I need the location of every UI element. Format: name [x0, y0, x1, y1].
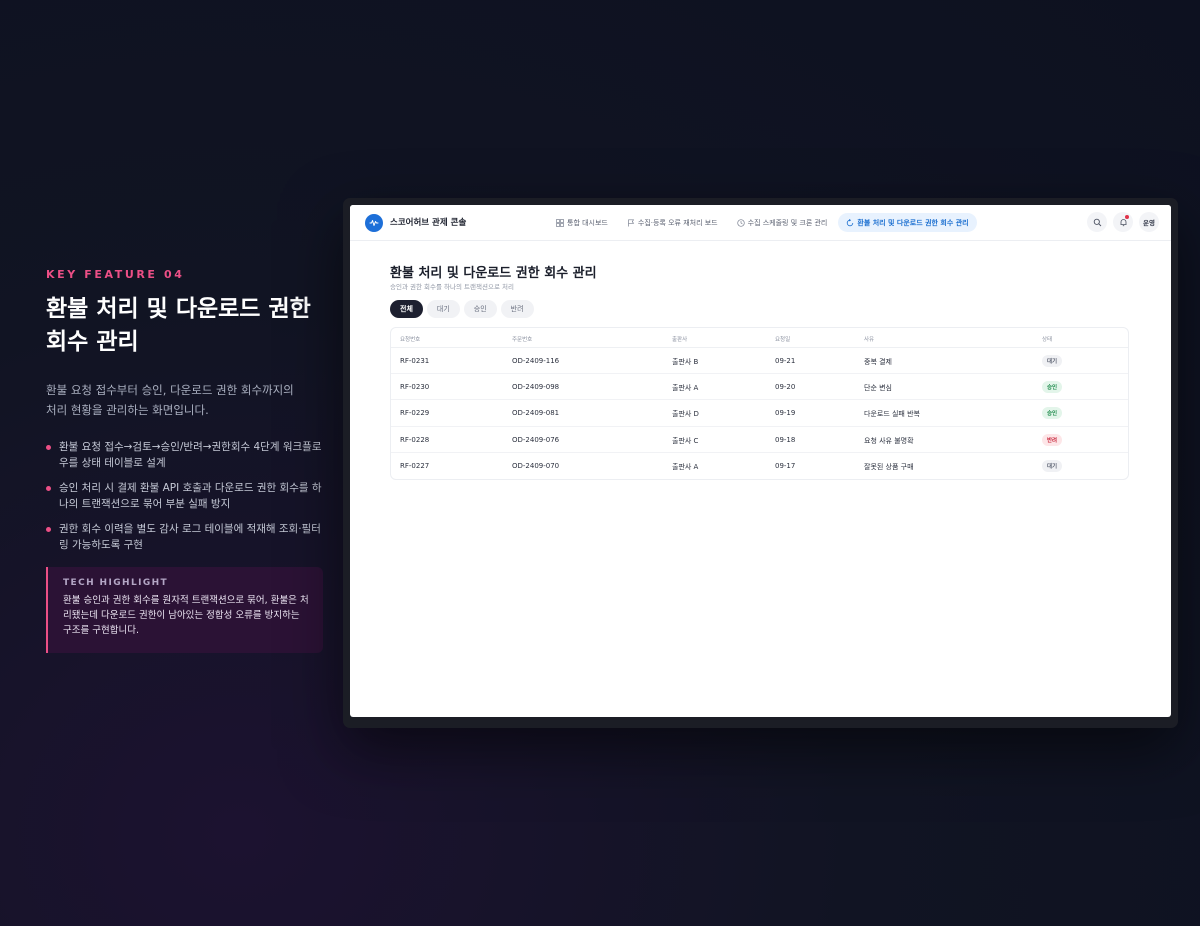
feature-description: 환불 요청 접수부터 승인, 다운로드 권한 회수까지의 처리 현황을 관리하는… [46, 383, 294, 417]
table-row[interactable]: RF-0230 OD-2409-098 출판사 A 09-20 단순 변심 승인 [391, 374, 1128, 401]
app-screen: 스코어허브 관제 콘솔 통합 대시보드 수집·등록 오류 재처리 보드 수집 스… [350, 205, 1171, 717]
cell-reason: 중복 결제 [864, 358, 892, 366]
filter-pending[interactable]: 대기 [426, 300, 460, 318]
table-row[interactable]: RF-0227 OD-2409-070 출판사 A 09-17 잘못된 상품 구… [391, 453, 1128, 479]
cell-date: 09-21 [775, 357, 796, 365]
tech-highlight-box: TECH HIGHLIGHT 환불 승인과 권한 회수를 원자적 트랜잭션으로 … [46, 567, 323, 653]
grid-icon [556, 218, 564, 227]
feature-bullet-text: 권한 회수 이력을 별도 감사 로그 테이블에 적재해 조회·필터링 가능하도록… [59, 523, 321, 551]
top-right-actions: 운영 [1081, 212, 1159, 232]
notification-button[interactable] [1113, 212, 1133, 232]
feature-title-line1: 환불 처리 및 다운로드 권한 [46, 296, 311, 322]
main-nav: 통합 대시보드 수집·등록 오류 재처리 보드 수집 스케줄링 및 크론 관리 [548, 213, 980, 232]
cell-date: 09-20 [775, 383, 796, 392]
page-subtitle: 승인과 권한 회수를 하나의 트랜잭션으로 처리 [390, 283, 514, 291]
column-header: 상태 [1042, 337, 1053, 343]
filter-approved[interactable]: 승인 [463, 300, 497, 318]
cell-request-id: RF-0230 [400, 383, 430, 392]
column-header: 주문번호 [512, 337, 533, 343]
page-title: 환불 처리 및 다운로드 권한 회수 관리 [390, 266, 597, 281]
brand-logo-icon[interactable] [365, 214, 383, 232]
cell-order-id: OD-2409-076 [512, 435, 560, 444]
status-badge: 승인 [1042, 381, 1063, 394]
cell-order-id: OD-2409-070 [512, 461, 560, 470]
bullet-dot-icon [46, 486, 51, 491]
cell-publisher: 출판사 C [672, 436, 699, 445]
cell-date: 09-17 [775, 461, 796, 470]
search-icon [1093, 218, 1101, 226]
bullet-dot-icon [46, 445, 51, 450]
status-badge: 대기 [1042, 355, 1063, 367]
brand-name[interactable]: 스코어허브 관제 콘솔 [390, 216, 466, 228]
nav-item-label: 통합 대시보드 [567, 218, 608, 227]
column-header: 요청번호 [400, 337, 421, 343]
nav-item-label: 수집·등록 오류 재처리 보드 [637, 218, 718, 227]
notification-badge [1125, 215, 1129, 219]
device-frame: 스코어허브 관제 콘솔 통합 대시보드 수집·등록 오류 재처리 보드 수집 스… [343, 198, 1178, 728]
filter-rejected[interactable]: 반려 [500, 300, 534, 318]
nav-item-refund[interactable]: 환불 처리 및 다운로드 권한 회수 관리 [838, 213, 977, 232]
cell-date: 09-18 [775, 435, 796, 444]
feature-bullet-text: 환불 요청 접수→검토→승인/반려→권한회수 4단계 워크플로우를 상태 테이블… [59, 441, 322, 469]
feature-bullet: 권한 회수 이력을 별도 감사 로그 테이블에 적재해 조회·필터링 가능하도록… [46, 521, 326, 553]
status-badge: 대기 [1042, 459, 1063, 472]
cell-request-id: RF-0227 [400, 461, 430, 470]
tech-highlight-text: 환불 승인과 권한 회수를 원자적 트랜잭션으로 묶어, 환불은 처리됐는데 다… [63, 595, 309, 636]
feature-bullets: 환불 요청 접수→검토→승인/반려→권한회수 4단계 워크플로우를 상태 테이블… [46, 439, 336, 553]
refund-table: 요청번호 주문번호 출판사 요청일 사유 상태 RF-0231 OD-2409-… [390, 327, 1129, 480]
status-badge: 승인 [1042, 407, 1063, 420]
feature-title: 환불 처리 및 다운로드 권한 회수 관리 [46, 293, 336, 359]
nav-item-error-board[interactable]: 수집·등록 오류 재처리 보드 [619, 213, 726, 232]
cell-date: 09-19 [775, 409, 796, 418]
cell-publisher: 출판사 B [672, 358, 699, 366]
cell-order-id: OD-2409-116 [512, 357, 560, 365]
cell-reason: 요청 사유 불명확 [864, 436, 914, 445]
nav-item-dashboard[interactable]: 통합 대시보드 [548, 213, 616, 232]
nav-item-label: 수집 스케줄링 및 크론 관리 [747, 218, 828, 227]
tech-highlight-label: TECH HIGHLIGHT [63, 578, 169, 588]
cell-order-id: OD-2409-081 [512, 409, 560, 418]
cell-request-id: RF-0228 [400, 435, 430, 444]
cell-publisher: 출판사 A [672, 384, 699, 393]
cell-reason: 잘못된 상품 구매 [864, 462, 914, 471]
feature-panel: KEY FEATURE 04 환불 처리 및 다운로드 권한 회수 관리 환불 … [46, 268, 336, 653]
bullet-dot-icon [46, 527, 51, 532]
table-row[interactable]: RF-0229 OD-2409-081 출판사 D 09-19 다운로드 실패 … [391, 400, 1128, 427]
search-button[interactable] [1087, 212, 1107, 232]
cell-reason: 다운로드 실패 반복 [864, 410, 920, 419]
cell-reason: 단순 변심 [864, 384, 892, 393]
flag-icon [627, 218, 635, 227]
nav-item-scheduling[interactable]: 수집 스케줄링 및 크론 관리 [729, 213, 836, 232]
table-header: 요청번호 주문번호 출판사 요청일 사유 상태 [391, 328, 1128, 348]
table-row[interactable]: RF-0231 OD-2409-116 출판사 B 09-21 중복 결제 대기 [391, 348, 1128, 375]
feature-bullet-text: 승인 처리 시 결제 환불 API 호출과 다운로드 권한 회수를 하나의 트랜… [59, 482, 322, 510]
feature-bullet: 환불 요청 접수→검토→승인/반려→권한회수 4단계 워크플로우를 상태 테이블… [46, 439, 326, 471]
column-header: 출판사 [672, 337, 688, 343]
cell-order-id: OD-2409-098 [512, 383, 560, 392]
feature-kicker: KEY FEATURE 04 [46, 268, 185, 281]
nav-item-label: 환불 처리 및 다운로드 권한 회수 관리 [857, 218, 969, 227]
status-badge: 반려 [1042, 433, 1063, 446]
user-avatar-label: 운영 [1143, 219, 1155, 227]
cell-publisher: 출판사 A [672, 462, 699, 471]
top-navigation-bar: 스코어허브 관제 콘솔 통합 대시보드 수집·등록 오류 재처리 보드 수집 스… [350, 205, 1171, 241]
clock-icon [736, 218, 745, 227]
user-avatar[interactable]: 운영 [1139, 212, 1159, 232]
feature-title-line2: 회수 관리 [46, 329, 139, 355]
feature-bullet: 승인 처리 시 결제 환불 API 호출과 다운로드 권한 회수를 하나의 트랜… [46, 480, 326, 512]
table-row[interactable]: RF-0228 OD-2409-076 출판사 C 09-18 요청 사유 불명… [391, 427, 1128, 453]
cell-request-id: RF-0229 [400, 409, 430, 418]
filter-all[interactable]: 전체 [390, 300, 423, 318]
cell-publisher: 출판사 D [672, 410, 699, 419]
status-filter-tabs: 전체 대기 승인 반려 [390, 300, 538, 318]
cell-request-id: RF-0231 [400, 357, 430, 365]
refresh-icon [846, 218, 854, 227]
column-header: 요청일 [775, 337, 791, 343]
column-header: 사유 [864, 337, 875, 343]
